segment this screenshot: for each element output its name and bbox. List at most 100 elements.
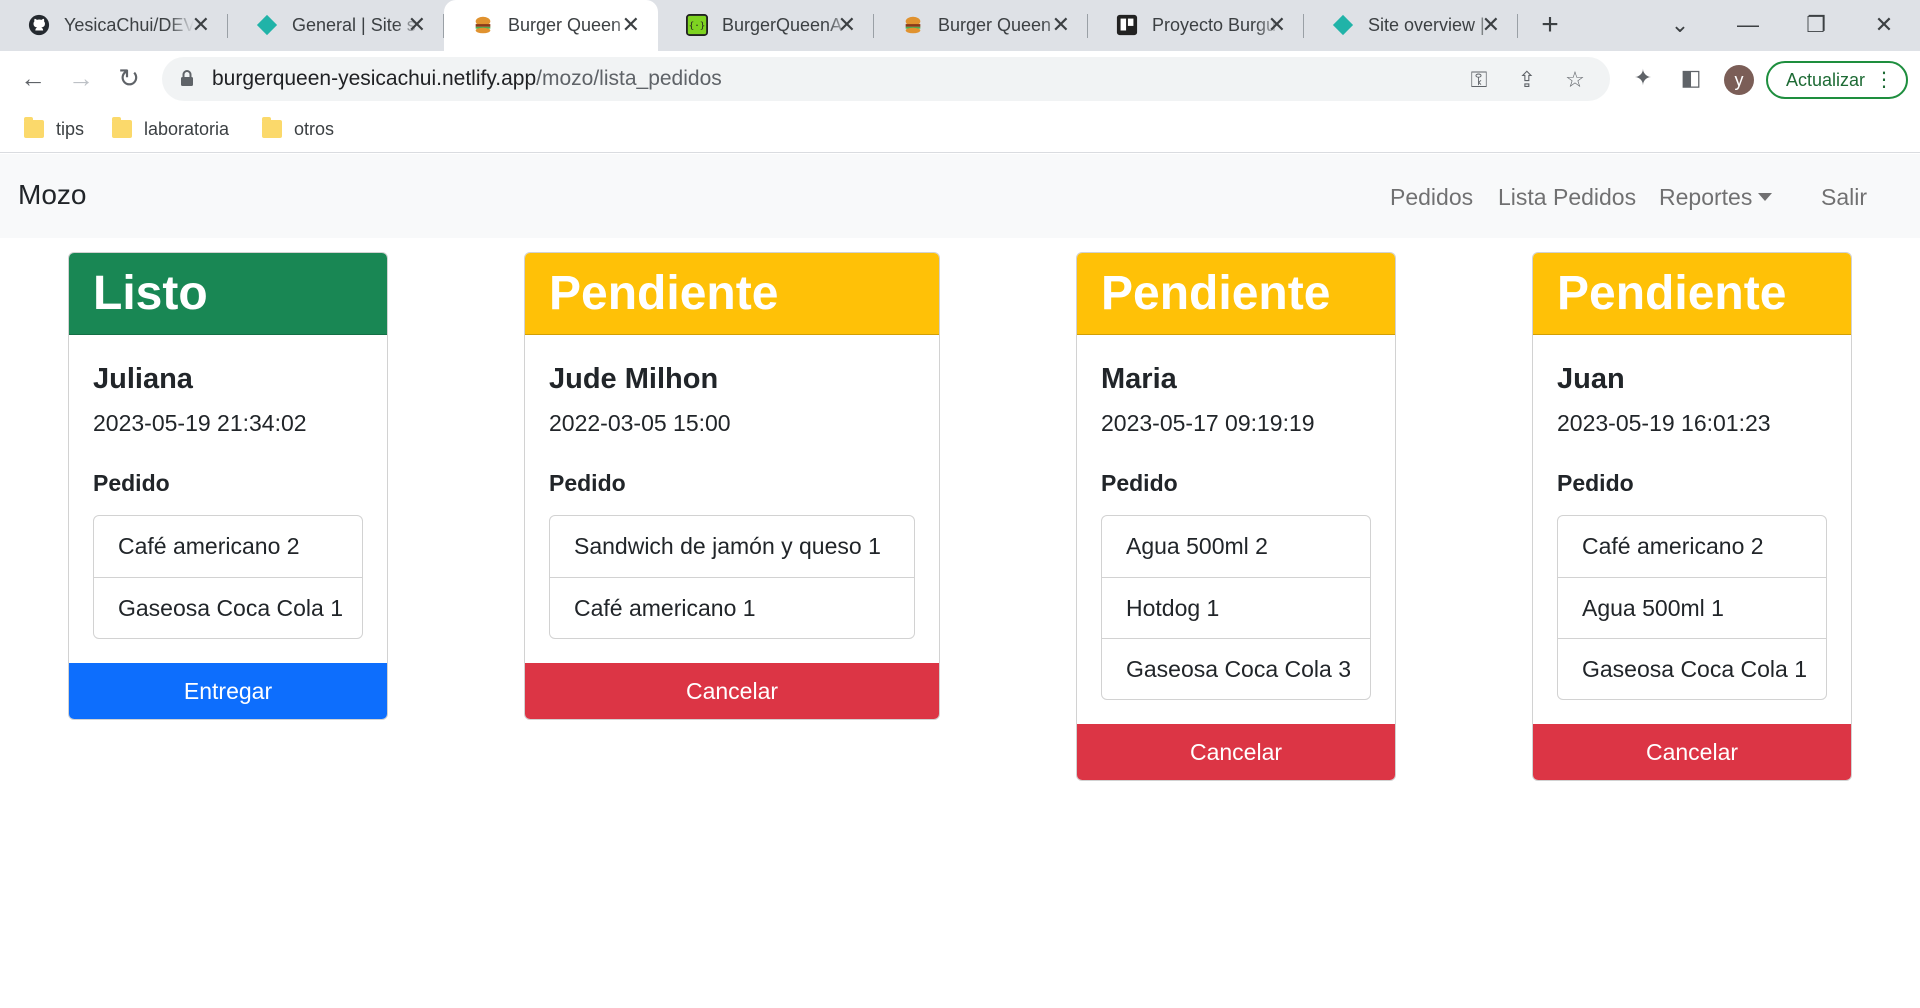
browser-toolbar: ← → ↻ burgerqueen-yesicachui.netlify.app… bbox=[0, 51, 1920, 105]
list-item: Gaseosa Coca Cola 1 bbox=[1558, 638, 1826, 699]
bookmark-label: otros bbox=[294, 118, 335, 139]
close-icon[interactable]: ✕ bbox=[838, 12, 856, 38]
close-icon[interactable]: ✕ bbox=[1482, 12, 1500, 38]
list-item: Café americano 1 bbox=[550, 577, 914, 638]
cancel-button[interactable]: Cancelar bbox=[1533, 724, 1851, 780]
address-bar[interactable]: burgerqueen-yesicachui.netlify.app/mozo/… bbox=[162, 57, 1610, 101]
card-body: Juan 2023-05-19 16:01:23 Pedido Café ame… bbox=[1533, 335, 1851, 724]
browser-tab[interactable]: Proyecto Burgu ✕ bbox=[1088, 0, 1304, 51]
pedido-label: Pedido bbox=[1101, 470, 1178, 496]
url-text: burgerqueen-yesicachui.netlify.app/mozo/… bbox=[212, 68, 722, 90]
folder-icon bbox=[262, 117, 282, 138]
nav-link-salir[interactable]: Salir bbox=[1821, 182, 1867, 212]
pedido-label: Pedido bbox=[93, 470, 170, 496]
order-datetime: 2023-05-19 21:34:02 bbox=[93, 410, 307, 436]
nav-link-lista-pedidos[interactable]: Lista Pedidos bbox=[1498, 182, 1636, 212]
deliver-button[interactable]: Entregar bbox=[69, 663, 387, 719]
close-icon[interactable]: ✕ bbox=[1052, 12, 1070, 38]
folder-icon bbox=[112, 117, 132, 138]
browser-tab-active[interactable]: Burger Queen ✕ bbox=[444, 0, 658, 51]
github-icon bbox=[28, 14, 50, 36]
bookmark-folder-tips[interactable]: tips bbox=[24, 117, 84, 141]
tab-title: General | Site s bbox=[292, 15, 416, 35]
list-item: Gaseosa Coca Cola 3 bbox=[1102, 638, 1370, 699]
reload-icon[interactable]: ↻ bbox=[114, 63, 144, 93]
pedido-label: Pedido bbox=[1557, 470, 1634, 496]
browser-tab[interactable]: YesicaChui/DEV ✕ bbox=[0, 0, 228, 51]
url-path: /mozo/lista_pedidos bbox=[536, 67, 722, 90]
back-arrow-icon[interactable]: ← bbox=[18, 63, 48, 93]
order-card: Pendiente Maria 2023-05-17 09:19:19 Pedi… bbox=[1076, 252, 1396, 781]
browser-tab[interactable]: General | Site s ✕ bbox=[228, 0, 444, 51]
order-card: Pendiente Juan 2023-05-19 16:01:23 Pedid… bbox=[1532, 252, 1852, 781]
url-host: burgerqueen-yesicachui.netlify.app bbox=[212, 67, 537, 90]
update-button[interactable]: Actualizar ⋮ bbox=[1766, 61, 1908, 99]
customer-name: Juan bbox=[1557, 363, 1625, 395]
bookmark-label: tips bbox=[56, 118, 85, 139]
tab-title: Burger Queen bbox=[938, 15, 1052, 35]
close-icon[interactable]: ✕ bbox=[192, 12, 210, 38]
customer-name: Maria bbox=[1101, 363, 1177, 395]
new-tab-button[interactable]: + bbox=[1534, 8, 1566, 42]
more-menu-icon[interactable]: ⋮ bbox=[1874, 63, 1894, 97]
order-datetime: 2023-05-17 09:19:19 bbox=[1101, 410, 1315, 436]
order-items-list: Sandwich de jamón y queso 1 Café america… bbox=[549, 515, 915, 639]
order-card: Listo Juliana 2023-05-19 21:34:02 Pedido… bbox=[68, 252, 388, 720]
minimize-icon[interactable]: — bbox=[1728, 8, 1768, 42]
browser-tabstrip: YesicaChui/DEV ✕ General | Site s ✕ Burg… bbox=[0, 0, 1920, 51]
side-panel-icon[interactable]: ◧ bbox=[1678, 65, 1704, 91]
browser-tab[interactable]: Burger Queen ✕ bbox=[874, 0, 1088, 51]
cancel-button[interactable]: Cancelar bbox=[1077, 724, 1395, 780]
json-icon: {·} bbox=[686, 14, 708, 36]
share-icon[interactable]: ⇪ bbox=[1515, 68, 1539, 92]
burger-icon bbox=[472, 14, 494, 36]
key-icon[interactable]: ⚿ bbox=[1467, 68, 1491, 92]
status-header: Pendiente bbox=[1533, 253, 1851, 335]
svg-text:{·}: {·} bbox=[689, 21, 706, 32]
browser-tab[interactable]: {·} BurgerQueenA ✕ bbox=[658, 0, 874, 51]
close-icon[interactable]: ✕ bbox=[408, 12, 426, 38]
list-item: Café americano 2 bbox=[1582, 533, 1764, 559]
status-header: Pendiente bbox=[525, 253, 939, 335]
star-icon[interactable]: ☆ bbox=[1563, 68, 1587, 92]
tab-title: Site overview | bbox=[1368, 15, 1485, 35]
nav-dropdown-label: Reportes bbox=[1659, 184, 1753, 210]
forward-arrow-icon[interactable]: → bbox=[66, 63, 96, 93]
card-body: Juliana 2023-05-19 21:34:02 Pedido Café … bbox=[69, 335, 387, 663]
card-body: Jude Milhon 2022-03-05 15:00 Pedido Sand… bbox=[525, 335, 939, 663]
bookmark-label: laboratoria bbox=[144, 118, 230, 139]
bookmark-folder-laboratoria[interactable]: laboratoria bbox=[112, 117, 229, 141]
customer-name: Jude Milhon bbox=[549, 363, 719, 395]
list-item: Café americano 2 bbox=[118, 533, 300, 559]
list-item: Hotdog 1 bbox=[1102, 577, 1370, 638]
navbar-brand[interactable]: Mozo bbox=[18, 178, 86, 212]
trello-icon bbox=[1116, 14, 1138, 36]
status-header: Listo bbox=[69, 253, 387, 335]
browser-tab[interactable]: Site overview | ✕ bbox=[1304, 0, 1518, 51]
pedido-label: Pedido bbox=[549, 470, 626, 496]
order-items-list: Café americano 2 Gaseosa Coca Cola 1 bbox=[93, 515, 363, 639]
netlify-icon bbox=[256, 14, 278, 36]
nav-link-pedidos[interactable]: Pedidos bbox=[1390, 182, 1473, 212]
list-item: Gaseosa Coca Cola 1 bbox=[94, 577, 362, 638]
order-datetime: 2022-03-05 15:00 bbox=[549, 410, 731, 436]
tab-title: Burger Queen bbox=[508, 15, 622, 35]
app-navbar: Mozo Pedidos Lista Pedidos Reportes Sali… bbox=[0, 154, 1920, 238]
bookmark-folder-otros[interactable]: otros bbox=[262, 117, 334, 141]
burger-icon bbox=[902, 14, 924, 36]
tab-search-icon[interactable]: ⌄ bbox=[1660, 8, 1700, 42]
order-items-list: Agua 500ml 2 Hotdog 1 Gaseosa Coca Cola … bbox=[1101, 515, 1371, 700]
avatar[interactable]: y bbox=[1724, 65, 1754, 95]
status-header: Pendiente bbox=[1077, 253, 1395, 335]
order-datetime: 2023-05-19 16:01:23 bbox=[1557, 410, 1771, 436]
extensions-icon[interactable]: ✦ bbox=[1630, 65, 1656, 91]
window-close-icon[interactable]: ✕ bbox=[1864, 8, 1904, 42]
close-icon[interactable]: ✕ bbox=[622, 12, 640, 38]
list-item: Sandwich de jamón y queso 1 bbox=[574, 533, 881, 559]
cancel-button[interactable]: Cancelar bbox=[525, 663, 939, 719]
nav-dropdown-reportes[interactable]: Reportes bbox=[1659, 182, 1773, 212]
close-icon[interactable]: ✕ bbox=[1268, 12, 1286, 38]
folder-icon bbox=[24, 117, 44, 138]
restore-icon[interactable]: ❐ bbox=[1796, 8, 1836, 42]
tab-title: Proyecto Burgu bbox=[1152, 15, 1277, 35]
